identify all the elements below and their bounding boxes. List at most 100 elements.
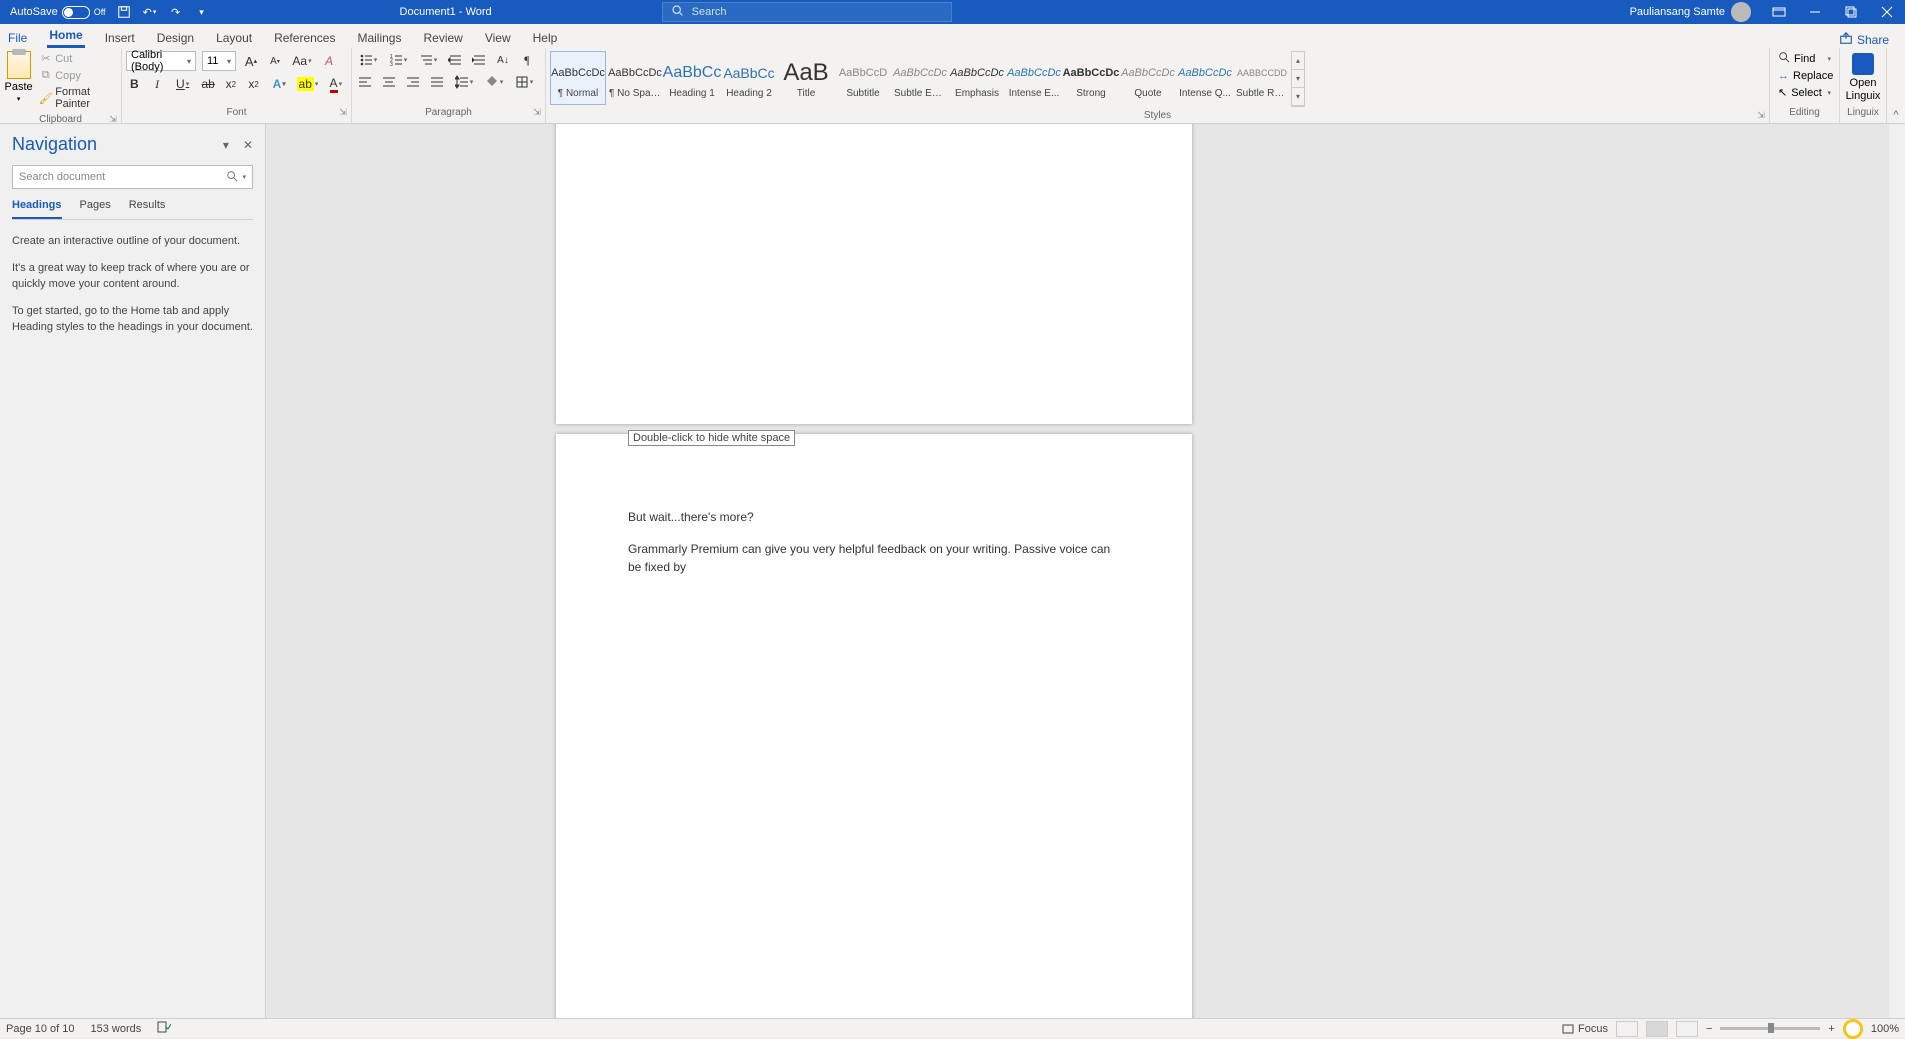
underline-button[interactable]: U▾ [171,75,193,93]
grammarly-badge-icon[interactable] [1843,1019,1863,1039]
save-icon[interactable] [116,4,132,20]
cut-button[interactable]: ✂Cut [37,51,117,66]
font-dialog-launcher[interactable]: ⇲ [337,107,349,119]
minimize-icon[interactable] [1797,0,1833,24]
align-right-button[interactable] [404,73,422,91]
multilevel-list-button[interactable]: ▾ [416,51,440,69]
shading-button[interactable]: ▾ [482,73,506,91]
ribbon-display-icon[interactable] [1761,0,1797,24]
tab-design[interactable]: Design [155,27,196,48]
nav-tab-headings[interactable]: Headings [12,199,62,219]
style-item[interactable]: AaBbCcDc¶ No Spac... [607,51,663,105]
text-effects-button[interactable]: A▾ [268,75,290,93]
tab-help[interactable]: Help [531,27,560,48]
nav-tab-pages[interactable]: Pages [80,199,111,219]
autosave-toggle[interactable]: AutoSave Off [10,6,106,19]
share-button[interactable]: Share [1839,31,1899,48]
zoom-in-button[interactable]: + [1828,1023,1834,1035]
web-layout-icon[interactable] [1676,1021,1698,1037]
nav-close-icon[interactable]: ✕ [243,138,253,152]
align-left-button[interactable] [356,73,374,91]
decrease-indent-button[interactable] [446,51,464,69]
user-account[interactable]: Pauliansang Samte [1630,2,1751,22]
document-page[interactable] [556,124,1192,424]
justify-button[interactable] [428,73,446,91]
numbering-button[interactable]: 123▾ [386,51,410,69]
highlight-button[interactable]: ab▾ [296,75,318,93]
align-center-button[interactable] [380,73,398,91]
paste-button[interactable]: Paste ▾ [4,51,33,103]
print-layout-icon[interactable] [1646,1021,1668,1037]
word-count-status[interactable]: 153 words [91,1023,142,1035]
tab-layout[interactable]: Layout [214,27,254,48]
increase-indent-button[interactable] [470,51,488,69]
shrink-font-button[interactable]: A▾ [266,52,284,70]
tab-review[interactable]: Review [421,27,464,48]
tab-insert[interactable]: Insert [103,27,137,48]
style-item[interactable]: AaBbCcDSubtitle [835,51,891,105]
spellcheck-icon[interactable] [157,1021,171,1036]
tab-mailings[interactable]: Mailings [355,27,403,48]
style-item[interactable]: AaBbCcHeading 1 [664,51,720,105]
sort-button[interactable]: A↓ [494,51,512,69]
clear-formatting-button[interactable]: A [320,52,338,70]
replace-button[interactable]: ↔Replace [1774,69,1835,83]
format-painter-button[interactable]: 🖌Format Painter [37,85,117,111]
font-color-button[interactable]: A▾ [325,75,347,93]
style-item[interactable]: AaBbCcDcEmphasis [949,51,1005,105]
document-area[interactable]: But wait...there's more? Grammarly Premi… [266,124,1905,1018]
borders-button[interactable]: ▾ [512,73,536,91]
redo-icon[interactable]: ↷ [168,4,184,20]
style-item[interactable]: AaBbCcHeading 2 [721,51,777,105]
select-button[interactable]: ↖Select▾ [1774,85,1835,100]
show-marks-button[interactable]: ¶ [518,51,536,69]
styles-dialog-launcher[interactable]: ⇲ [1755,110,1767,122]
nav-search-input[interactable]: Search document ▾ [12,165,253,189]
page-number-status[interactable]: Page 10 of 10 [6,1023,75,1035]
tab-file[interactable]: File [6,27,29,48]
read-mode-icon[interactable] [1616,1021,1638,1037]
clipboard-dialog-launcher[interactable]: ⇲ [107,114,119,126]
font-size-combo[interactable]: 11▾ [202,51,236,71]
zoom-out-button[interactable]: − [1706,1023,1712,1035]
subscript-button[interactable]: x2 [223,75,240,93]
focus-mode-button[interactable]: Focus [1562,1023,1608,1035]
maximize-icon[interactable] [1833,0,1869,24]
nav-tab-results[interactable]: Results [129,199,166,219]
styles-more-icon[interactable]: ▾ [1292,88,1304,106]
style-item[interactable]: AaBTitle [778,51,834,105]
tab-home[interactable]: Home [47,24,84,48]
style-item[interactable]: AaBbCcDcSubtle Em... [892,51,948,105]
strikethrough-button[interactable]: ab [200,75,217,93]
style-item[interactable]: AABBCCDDSubtle Ref... [1234,51,1290,105]
copy-button[interactable]: ⧉Copy [37,68,117,83]
zoom-slider[interactable] [1720,1027,1820,1030]
style-item[interactable]: AaBbCcDcQuote [1120,51,1176,105]
open-linguix-button[interactable]: Open Linguix [1840,48,1886,107]
paragraph-dialog-launcher[interactable]: ⇲ [531,107,543,119]
style-item[interactable]: AaBbCcDcStrong [1063,51,1119,105]
tab-references[interactable]: References [272,27,337,48]
find-button[interactable]: Find▾ [1774,50,1835,67]
line-spacing-button[interactable]: ▾ [452,73,476,91]
font-name-combo[interactable]: Calibri (Body)▾ [126,51,196,71]
collapse-ribbon-icon[interactable]: ^ [1887,48,1905,123]
style-item[interactable]: AaBbCcDcIntense E... [1006,51,1062,105]
style-item[interactable]: AaBbCcDc¶ Normal [550,51,606,105]
zoom-level[interactable]: 100% [1871,1023,1899,1035]
bullets-button[interactable]: ▾ [356,51,380,69]
italic-button[interactable]: I [149,75,166,93]
styles-up-icon[interactable]: ▴ [1292,52,1304,70]
document-page[interactable]: But wait...there's more? Grammarly Premi… [556,434,1192,1018]
qat-customize-icon[interactable]: ▾ [194,4,210,20]
nav-dropdown-icon[interactable]: ▾ [223,138,229,152]
bold-button[interactable]: B [126,75,143,93]
close-icon[interactable] [1869,0,1905,24]
grow-font-button[interactable]: A▴ [242,52,260,70]
undo-icon[interactable]: ↶▾ [142,4,158,20]
change-case-button[interactable]: Aa▾ [290,52,314,70]
tab-view[interactable]: View [483,27,513,48]
superscript-button[interactable]: x2 [245,75,262,93]
vertical-scrollbar[interactable] [1889,124,1905,1018]
style-item[interactable]: AaBbCcDcIntense Q... [1177,51,1233,105]
